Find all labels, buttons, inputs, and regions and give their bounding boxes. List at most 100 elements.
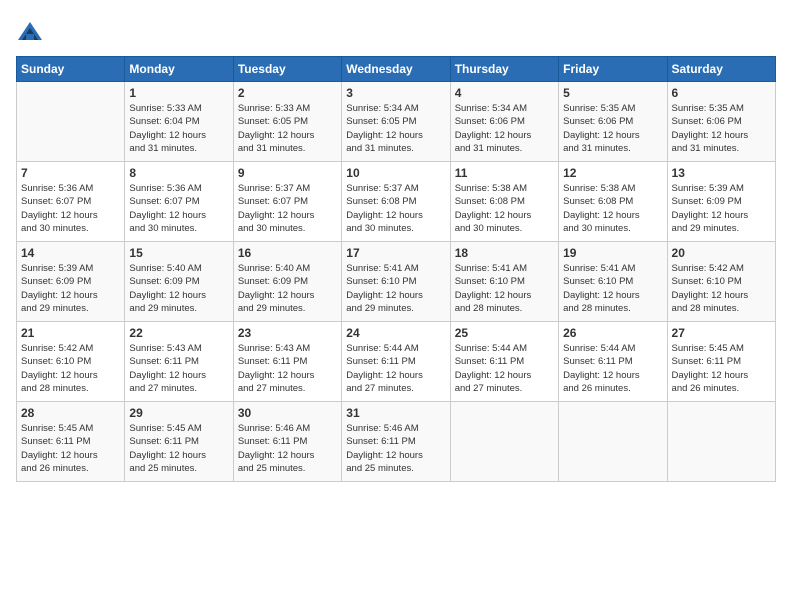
day-info: Sunrise: 5:41 AM Sunset: 6:10 PM Dayligh… (455, 262, 554, 315)
day-number: 18 (455, 246, 554, 260)
calendar-day-header: Wednesday (342, 57, 450, 82)
day-number: 12 (563, 166, 662, 180)
day-number: 13 (672, 166, 771, 180)
day-info: Sunrise: 5:33 AM Sunset: 6:05 PM Dayligh… (238, 102, 337, 155)
calendar-cell: 4Sunrise: 5:34 AM Sunset: 6:06 PM Daylig… (450, 82, 558, 162)
calendar-week-row: 7 Sunrise: 5:36 AM Sunset: 6:07 PM Daylig… (17, 162, 776, 242)
day-number: 5 (563, 86, 662, 100)
calendar-cell (450, 402, 558, 482)
day-info: Sunrise: 5:42 AM Sunset: 6:10 PM Dayligh… (21, 342, 120, 395)
day-number: 19 (563, 246, 662, 260)
calendar-cell: 19 Sunrise: 5:41 AM Sunset: 6:10 PM Dayli… (559, 242, 667, 322)
day-number: 3 (346, 86, 445, 100)
day-number: 31 (346, 406, 445, 420)
calendar-cell: 20Sunrise: 5:42 AM Sunset: 6:10 PM Dayli… (667, 242, 775, 322)
logo (16, 20, 48, 48)
day-info: Sunrise: 5:41 AM Sunset: 6:10 PM Dayligh… (346, 262, 445, 315)
day-number: 15 (129, 246, 228, 260)
day-info: Sunrise: 5:44 AM Sunset: 6:11 PM Dayligh… (346, 342, 445, 395)
header-row (16, 16, 776, 48)
day-number: 20 (672, 246, 771, 260)
day-number: 29 (129, 406, 228, 420)
day-number: 6 (672, 86, 771, 100)
calendar-cell: 1 Sunrise: 5:33 AM Sunset: 6:04 PM Daylig… (125, 82, 233, 162)
calendar-cell: 6Sunrise: 5:35 AM Sunset: 6:06 PM Daylig… (667, 82, 775, 162)
calendar-day-header: Saturday (667, 57, 775, 82)
day-number: 25 (455, 326, 554, 340)
day-info: Sunrise: 5:38 AM Sunset: 6:08 PM Dayligh… (455, 182, 554, 235)
day-info: Sunrise: 5:40 AM Sunset: 6:09 PM Dayligh… (129, 262, 228, 315)
day-info: Sunrise: 5:44 AM Sunset: 6:11 PM Dayligh… (563, 342, 662, 395)
day-info: Sunrise: 5:36 AM Sunset: 6:07 PM Dayligh… (129, 182, 228, 235)
day-info: Sunrise: 5:43 AM Sunset: 6:11 PM Dayligh… (129, 342, 228, 395)
calendar-cell: 7 Sunrise: 5:36 AM Sunset: 6:07 PM Daylig… (17, 162, 125, 242)
day-info: Sunrise: 5:39 AM Sunset: 6:09 PM Dayligh… (21, 262, 120, 315)
day-number: 24 (346, 326, 445, 340)
calendar-cell: 13 Sunrise: 5:39 AM Sunset: 6:09 PM Dayli… (667, 162, 775, 242)
day-number: 11 (455, 166, 554, 180)
day-info: Sunrise: 5:37 AM Sunset: 6:08 PM Dayligh… (346, 182, 445, 235)
calendar-cell: 3Sunrise: 5:34 AM Sunset: 6:05 PM Daylig… (342, 82, 450, 162)
calendar-cell: 15 Sunrise: 5:40 AM Sunset: 6:09 PM Dayli… (125, 242, 233, 322)
calendar-cell: 18 Sunrise: 5:41 AM Sunset: 6:10 PM Dayli… (450, 242, 558, 322)
calendar-cell: 9 Sunrise: 5:37 AM Sunset: 6:07 PM Daylig… (233, 162, 341, 242)
day-number: 8 (129, 166, 228, 180)
day-info: Sunrise: 5:44 AM Sunset: 6:11 PM Dayligh… (455, 342, 554, 395)
day-number: 28 (21, 406, 120, 420)
day-number: 10 (346, 166, 445, 180)
day-info: Sunrise: 5:39 AM Sunset: 6:09 PM Dayligh… (672, 182, 771, 235)
day-number: 17 (346, 246, 445, 260)
calendar-cell: 23 Sunrise: 5:43 AM Sunset: 6:11 PM Dayli… (233, 322, 341, 402)
calendar-cell: 2 Sunrise: 5:33 AM Sunset: 6:05 PM Daylig… (233, 82, 341, 162)
calendar-cell (17, 82, 125, 162)
day-number: 14 (21, 246, 120, 260)
day-number: 2 (238, 86, 337, 100)
day-number: 9 (238, 166, 337, 180)
calendar-cell: 16 Sunrise: 5:40 AM Sunset: 6:09 PM Dayli… (233, 242, 341, 322)
day-info: Sunrise: 5:45 AM Sunset: 6:11 PM Dayligh… (21, 422, 120, 475)
day-info: Sunrise: 5:33 AM Sunset: 6:04 PM Dayligh… (129, 102, 228, 155)
day-info: Sunrise: 5:40 AM Sunset: 6:09 PM Dayligh… (238, 262, 337, 315)
calendar-week-row: 28 Sunrise: 5:45 AM Sunset: 6:11 PM Dayli… (17, 402, 776, 482)
day-number: 7 (21, 166, 120, 180)
calendar-cell (667, 402, 775, 482)
calendar-cell: 31 Sunrise: 5:46 AM Sunset: 6:11 PM Dayli… (342, 402, 450, 482)
calendar-cell: 26 Sunrise: 5:44 AM Sunset: 6:11 PM Dayli… (559, 322, 667, 402)
day-info: Sunrise: 5:37 AM Sunset: 6:07 PM Dayligh… (238, 182, 337, 235)
calendar-cell: 5 Sunrise: 5:35 AM Sunset: 6:06 PM Daylig… (559, 82, 667, 162)
calendar-week-row: 21 Sunrise: 5:42 AM Sunset: 6:10 PM Dayli… (17, 322, 776, 402)
day-number: 1 (129, 86, 228, 100)
day-info: Sunrise: 5:46 AM Sunset: 6:11 PM Dayligh… (346, 422, 445, 475)
main-container: SundayMondayTuesdayWednesdayThursdayFrid… (0, 0, 792, 490)
day-info: Sunrise: 5:36 AM Sunset: 6:07 PM Dayligh… (21, 182, 120, 235)
calendar-table: SundayMondayTuesdayWednesdayThursdayFrid… (16, 56, 776, 482)
day-info: Sunrise: 5:46 AM Sunset: 6:11 PM Dayligh… (238, 422, 337, 475)
day-number: 23 (238, 326, 337, 340)
calendar-cell: 25 Sunrise: 5:44 AM Sunset: 6:11 PM Dayli… (450, 322, 558, 402)
calendar-cell: 8 Sunrise: 5:36 AM Sunset: 6:07 PM Daylig… (125, 162, 233, 242)
calendar-cell: 22 Sunrise: 5:43 AM Sunset: 6:11 PM Dayli… (125, 322, 233, 402)
calendar-cell: 11 Sunrise: 5:38 AM Sunset: 6:08 PM Dayli… (450, 162, 558, 242)
calendar-day-header: Friday (559, 57, 667, 82)
day-info: Sunrise: 5:43 AM Sunset: 6:11 PM Dayligh… (238, 342, 337, 395)
calendar-day-header: Monday (125, 57, 233, 82)
calendar-cell: 21 Sunrise: 5:42 AM Sunset: 6:10 PM Dayli… (17, 322, 125, 402)
day-info: Sunrise: 5:45 AM Sunset: 6:11 PM Dayligh… (672, 342, 771, 395)
day-info: Sunrise: 5:35 AM Sunset: 6:06 PM Dayligh… (563, 102, 662, 155)
day-number: 22 (129, 326, 228, 340)
day-number: 30 (238, 406, 337, 420)
calendar-cell: 29 Sunrise: 5:45 AM Sunset: 6:11 PM Dayli… (125, 402, 233, 482)
calendar-cell: 24 Sunrise: 5:44 AM Sunset: 6:11 PM Dayli… (342, 322, 450, 402)
day-number: 27 (672, 326, 771, 340)
calendar-week-row: 14 Sunrise: 5:39 AM Sunset: 6:09 PM Dayli… (17, 242, 776, 322)
day-info: Sunrise: 5:45 AM Sunset: 6:11 PM Dayligh… (129, 422, 228, 475)
day-number: 16 (238, 246, 337, 260)
calendar-cell: 14 Sunrise: 5:39 AM Sunset: 6:09 PM Dayli… (17, 242, 125, 322)
day-number: 26 (563, 326, 662, 340)
day-number: 21 (21, 326, 120, 340)
day-info: Sunrise: 5:41 AM Sunset: 6:10 PM Dayligh… (563, 262, 662, 315)
calendar-header-row: SundayMondayTuesdayWednesdayThursdayFrid… (17, 57, 776, 82)
calendar-cell: 12Sunrise: 5:38 AM Sunset: 6:08 PM Dayli… (559, 162, 667, 242)
calendar-cell: 28 Sunrise: 5:45 AM Sunset: 6:11 PM Dayli… (17, 402, 125, 482)
calendar-day-header: Tuesday (233, 57, 341, 82)
